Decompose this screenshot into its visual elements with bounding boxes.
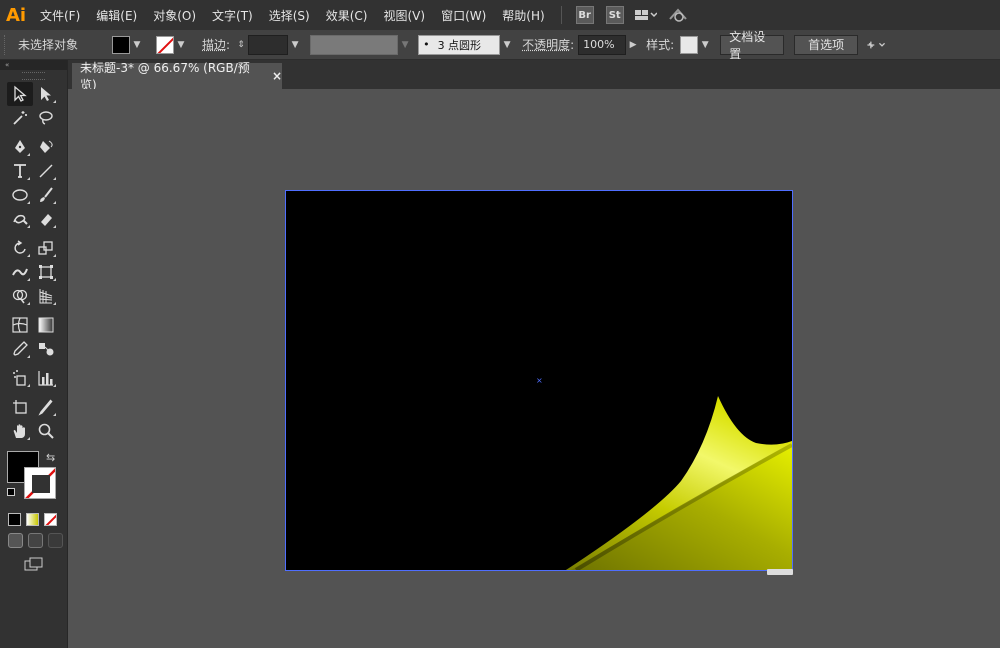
ellipse-tool-icon[interactable]: [7, 183, 33, 207]
none-mode-icon[interactable]: [44, 513, 57, 526]
control-bar: 未选择对象 ▼ ▼ 描边 : ⇕ ▼ ▼ • 3 点圆形 ▼ 不透明度 : 10…: [0, 30, 1000, 61]
fill-dropdown-icon[interactable]: ▼: [130, 35, 144, 55]
brush-definition[interactable]: • 3 点圆形: [418, 34, 501, 55]
style-dropdown-icon[interactable]: ▼: [698, 35, 712, 55]
document-tab[interactable]: 未标题-3* @ 66.67% (RGB/预览) ×: [72, 61, 282, 92]
fill-stroke-widget: ⇆: [0, 451, 67, 513]
document-tab-label: 未标题-3* @ 66.67% (RGB/预览): [80, 61, 250, 92]
swap-fill-stroke-icon[interactable]: ⇆: [46, 451, 55, 464]
stock-button[interactable]: St: [605, 6, 624, 24]
direct-selection-tool-icon[interactable]: [33, 82, 59, 106]
sync-icon[interactable]: [666, 4, 690, 26]
stroke-weight-stepper[interactable]: ⇕: [234, 35, 248, 55]
rotate-tool-icon[interactable]: [7, 236, 33, 260]
stroke-colon: :: [226, 37, 231, 52]
gradient-tool-icon[interactable]: [33, 313, 59, 337]
draw-normal-icon[interactable]: [8, 533, 23, 548]
opacity-input[interactable]: 100%: [578, 34, 627, 55]
artboard[interactable]: ×: [285, 190, 793, 571]
stroke-label[interactable]: 描边: [202, 36, 226, 53]
free-transform-tool-icon[interactable]: [33, 260, 59, 284]
menu-file[interactable]: 文件(F): [32, 0, 88, 30]
zoom-tool-icon[interactable]: [33, 419, 59, 443]
color-mode-row: [0, 513, 67, 527]
default-colors-icon[interactable]: [7, 488, 15, 496]
menu-separator: [560, 6, 562, 24]
lasso-tool-icon[interactable]: [33, 106, 59, 130]
tools-panel: « ⇆: [0, 60, 68, 648]
fill-swatch[interactable]: [112, 35, 130, 54]
selection-status: 未选择对象: [18, 38, 79, 52]
curvature-tool-icon[interactable]: [33, 135, 59, 159]
shaper-tool-icon[interactable]: [7, 207, 33, 231]
brush-value: 3 点圆形: [437, 38, 482, 52]
document-tab-bar: 未标题-3* @ 66.67% (RGB/预览) ×: [68, 60, 1000, 92]
perspective-grid-tool-icon[interactable]: [33, 284, 59, 308]
graphic-style-swatch[interactable]: [680, 35, 699, 54]
toolbox-stroke-box[interactable]: [24, 467, 56, 499]
bridge-button[interactable]: Br: [575, 6, 594, 24]
paintbrush-tool-icon[interactable]: [33, 183, 59, 207]
app-logo: Ai: [5, 4, 27, 26]
draw-behind-icon[interactable]: [28, 533, 43, 548]
tools-panel-collapse-icon[interactable]: «: [0, 60, 67, 70]
menu-help[interactable]: 帮助(H): [494, 0, 552, 30]
column-graph-tool-icon[interactable]: [33, 366, 59, 390]
stroke-dropdown-icon[interactable]: ▼: [174, 35, 188, 55]
hand-tool-icon[interactable]: [7, 419, 33, 443]
canvas-area[interactable]: ×: [69, 89, 1000, 648]
gradient-mode-icon[interactable]: [26, 513, 39, 526]
menu-object[interactable]: 对象(O): [145, 0, 204, 30]
opacity-arrow-icon[interactable]: ▶: [626, 35, 640, 55]
menu-effect[interactable]: 效果(C): [318, 0, 376, 30]
color-mode-icon[interactable]: [8, 513, 21, 526]
close-tab-icon[interactable]: ×: [272, 69, 282, 83]
symbol-sprayer-tool-icon[interactable]: [7, 366, 33, 390]
width-tool-icon[interactable]: [7, 260, 33, 284]
menu-bar: Ai 文件(F) 编辑(E) 对象(O) 文字(T) 选择(S) 效果(C) 视…: [0, 0, 1000, 30]
eraser-tool-icon[interactable]: [33, 207, 59, 231]
menu-type[interactable]: 文字(T): [204, 0, 261, 30]
workspace-layout-icon[interactable]: [634, 4, 658, 26]
stroke-weight-input[interactable]: [248, 34, 289, 55]
blend-tool-icon[interactable]: [33, 337, 59, 361]
menu-window[interactable]: 窗口(W): [433, 0, 494, 30]
menu-view[interactable]: 视图(V): [375, 0, 433, 30]
type-tool-icon[interactable]: [7, 159, 33, 183]
stroke-weight-dropdown-icon[interactable]: ▼: [288, 35, 302, 55]
magic-wand-tool-icon[interactable]: [7, 106, 33, 130]
menu-select[interactable]: 选择(S): [261, 0, 318, 30]
brush-dropdown-icon[interactable]: ▼: [500, 35, 514, 55]
artboard-tool-icon[interactable]: [7, 395, 33, 419]
draw-mode-row: [0, 533, 67, 551]
style-colon: :: [670, 37, 675, 52]
draw-inside-icon[interactable]: [48, 533, 63, 548]
arrange-documents-icon[interactable]: [864, 34, 888, 56]
slice-tool-icon[interactable]: [33, 395, 59, 419]
eyedropper-tool-icon[interactable]: [7, 337, 33, 361]
selection-tool-icon[interactable]: [7, 82, 33, 106]
variable-width-profile[interactable]: [310, 34, 399, 55]
brush-dot-icon: •: [423, 38, 430, 51]
mesh-tool-icon[interactable]: [7, 313, 33, 337]
line-segment-tool-icon[interactable]: [33, 159, 59, 183]
opacity-label[interactable]: 不透明度: [522, 36, 570, 53]
document-setup-button[interactable]: 文档设置: [720, 30, 785, 61]
canvas-scroll-nub[interactable]: [767, 569, 793, 575]
control-bar-grip[interactable]: [4, 34, 8, 55]
preferences-button[interactable]: 首选项: [794, 34, 859, 55]
screen-mode-icon[interactable]: [0, 557, 67, 574]
scale-tool-icon[interactable]: [33, 236, 59, 260]
tools-panel-grip[interactable]: [22, 72, 45, 80]
pen-tool-icon[interactable]: [7, 135, 33, 159]
stroke-swatch[interactable]: [156, 35, 174, 54]
style-label: 样式: [646, 38, 671, 52]
menu-edit[interactable]: 编辑(E): [88, 0, 145, 30]
shape-builder-tool-icon[interactable]: [7, 284, 33, 308]
opacity-colon: :: [570, 37, 575, 52]
profile-dropdown-icon[interactable]: ▼: [398, 35, 412, 55]
artboard-center-mark: ×: [536, 376, 543, 385]
